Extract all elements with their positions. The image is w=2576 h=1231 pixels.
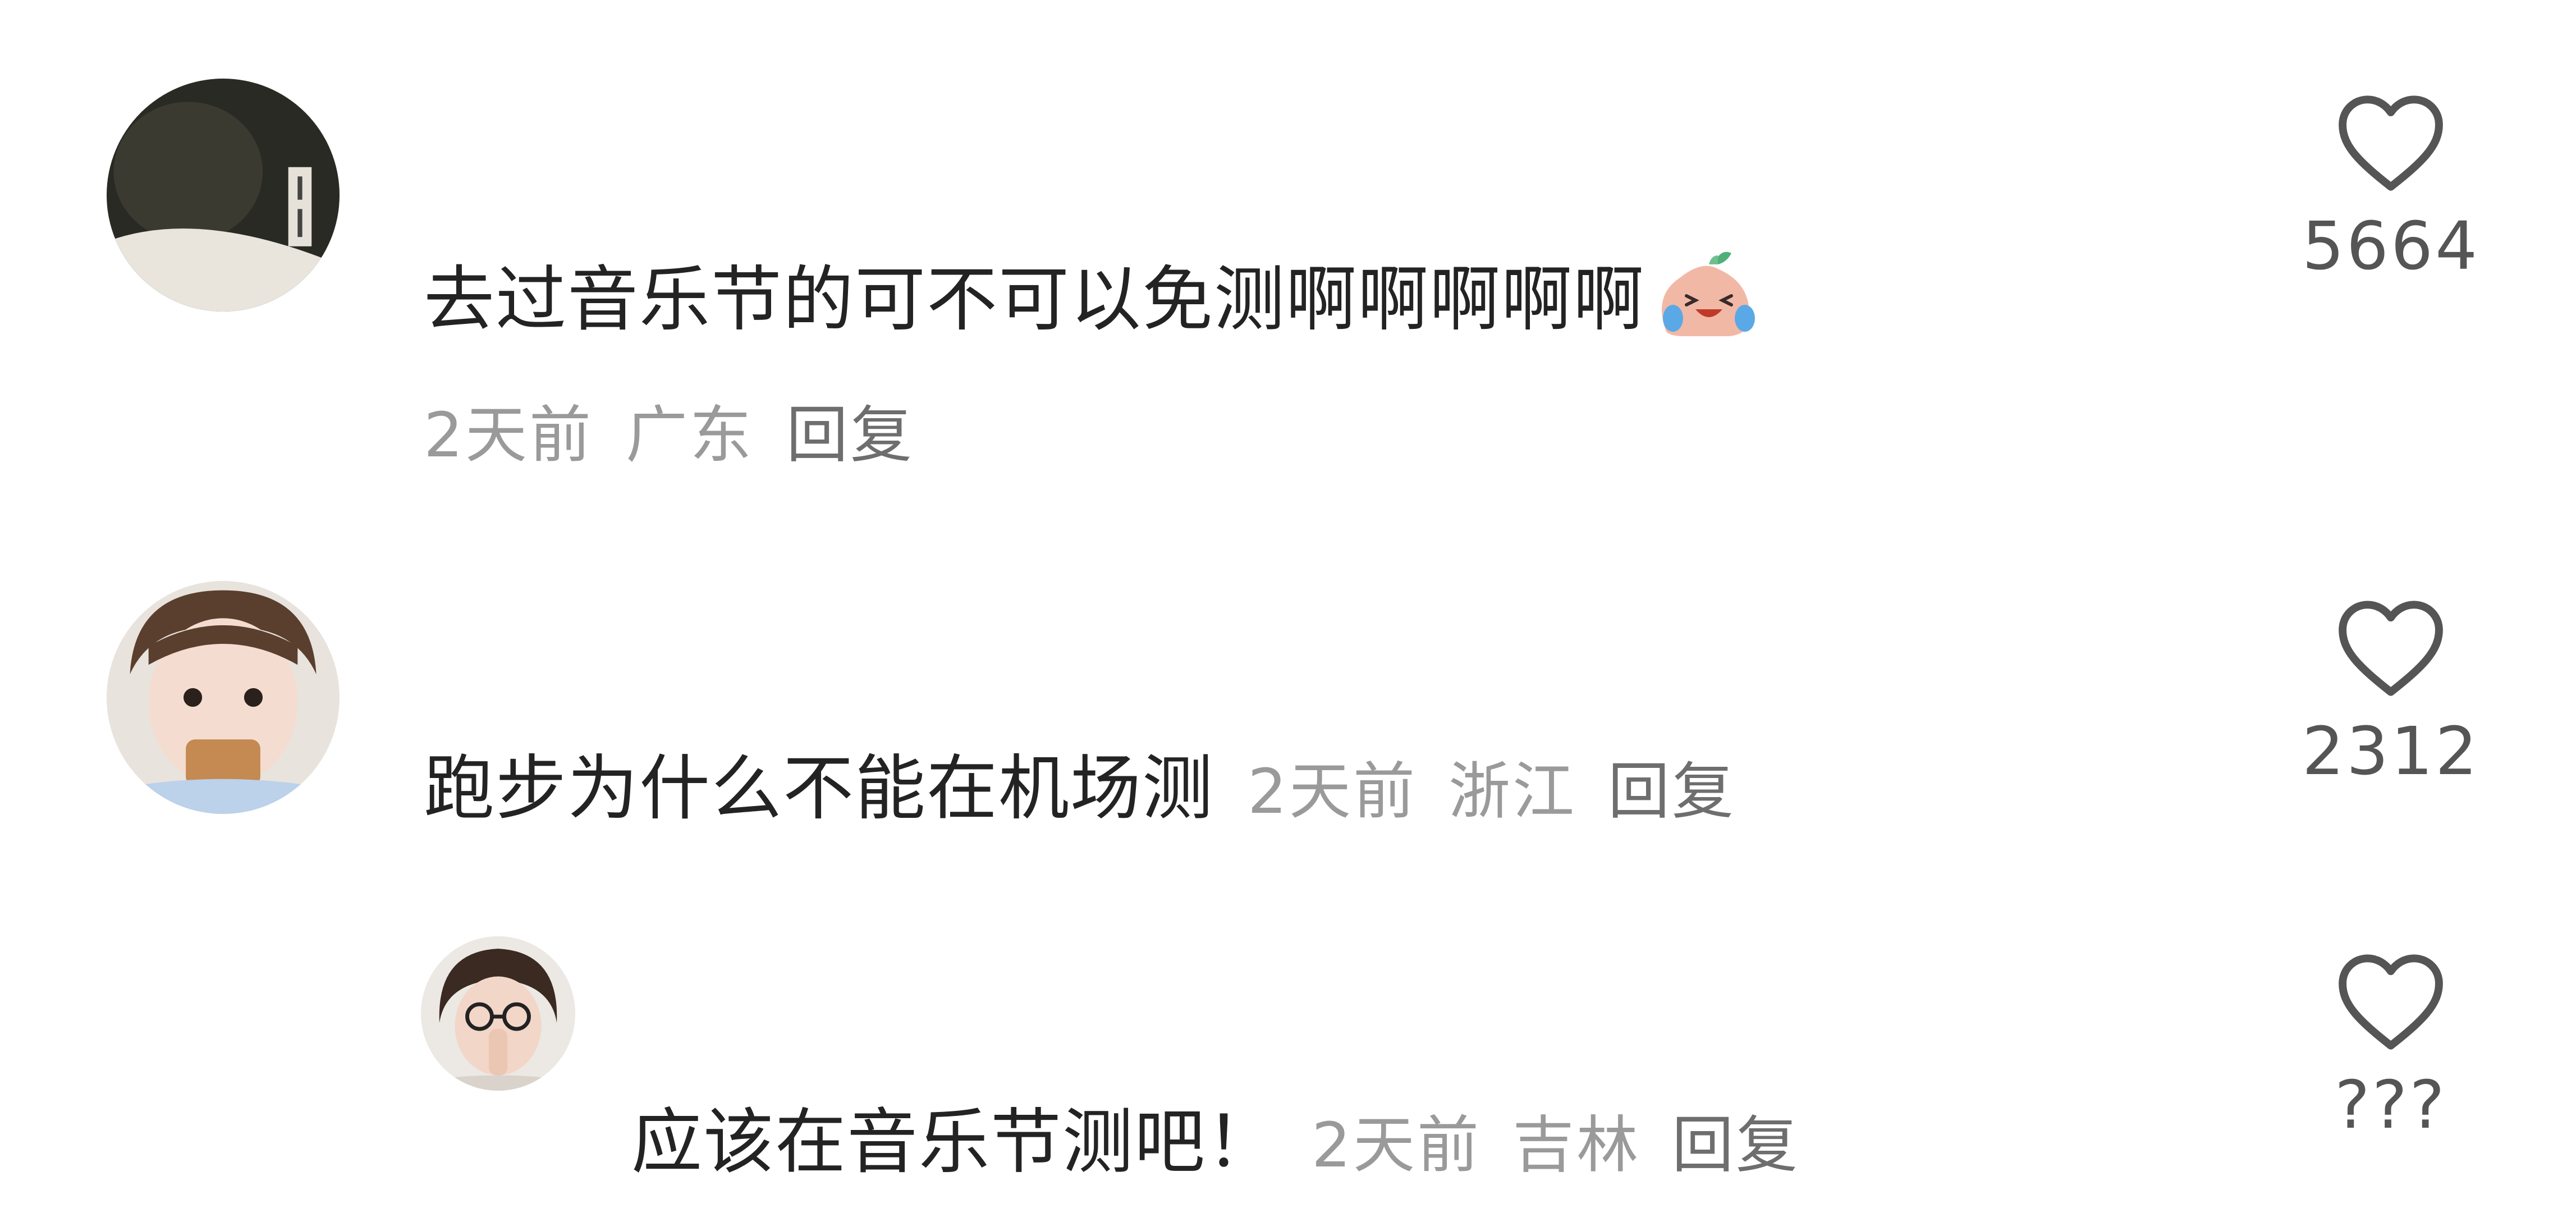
comment-time: 2天前 <box>1312 1109 1481 1181</box>
comment-text-content: 跑步为什么不能在机场测 <box>424 747 1214 830</box>
heart-outline-icon <box>2339 954 2443 1050</box>
like-button[interactable]: 2312 <box>2290 598 2492 788</box>
avatar[interactable] <box>107 581 340 814</box>
reply-button[interactable]: 回复 <box>1672 1109 1800 1181</box>
like-count: ??? <box>2335 1066 2447 1143</box>
avatar-image <box>107 79 340 312</box>
like-count: 5664 <box>2302 207 2480 285</box>
like-button[interactable]: 5664 <box>2290 93 2492 282</box>
reply-button[interactable]: 回复 <box>786 399 914 471</box>
heart-outline-icon <box>2339 95 2443 191</box>
comment-meta: 2天前 吉林 回复 <box>1312 1109 1800 1181</box>
comment-text: 去过音乐节的可不可以免测啊啊啊啊啊 <box>424 244 1763 358</box>
like-button[interactable]: ??? <box>2290 951 2492 1141</box>
comment-text: 应该在音乐节测吧！ 2天前 吉林 回复 <box>631 1100 1800 1187</box>
comment-meta: 2天前 浙江 回复 <box>1248 756 1736 827</box>
comment-location: 吉林 <box>1512 1109 1640 1181</box>
comment-time: 2天前 <box>1248 756 1417 827</box>
comment-location: 浙江 <box>1449 756 1576 827</box>
avatar[interactable] <box>107 79 340 312</box>
heart-outline-icon <box>2339 601 2443 696</box>
laughing-crying-emoji-icon <box>1651 244 1763 358</box>
comment-text-content: 应该在音乐节测吧！ <box>631 1101 1278 1183</box>
avatar-image <box>107 581 340 814</box>
comment-time: 2天前 <box>424 399 593 471</box>
comment-location: 广东 <box>626 399 754 471</box>
avatar-image <box>421 936 575 1091</box>
comment-text: 跑步为什么不能在机场测 2天前 浙江 回复 <box>424 747 1736 834</box>
comment-meta: 2天前 广东 回复 <box>424 393 914 477</box>
like-count: 2312 <box>2302 712 2480 790</box>
avatar[interactable] <box>421 936 575 1091</box>
comment-text-content: 去过音乐节的可不可以免测啊啊啊啊啊 <box>424 258 1645 341</box>
reply-button[interactable]: 回复 <box>1608 756 1736 827</box>
